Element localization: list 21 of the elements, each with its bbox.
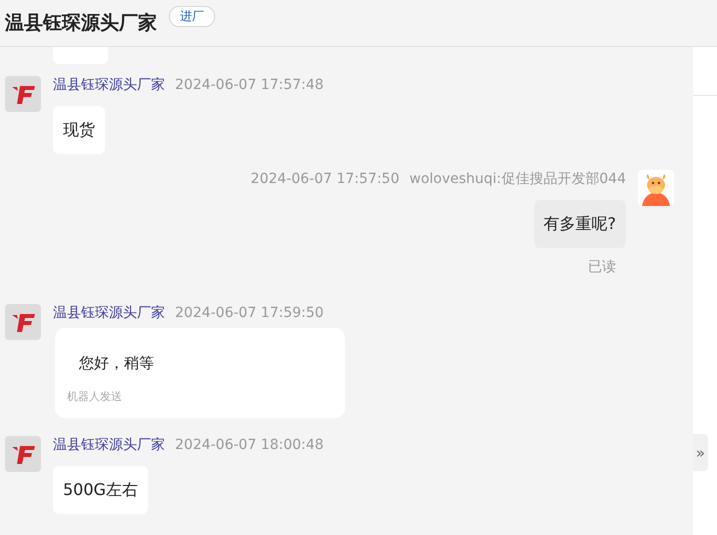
sender-name: 温县钰琛源头厂家 <box>53 304 165 322</box>
logo-avatar-icon <box>5 304 41 340</box>
sender-name: 温县钰琛源头厂家 <box>53 436 165 454</box>
shop-title: 温县钰琛源头厂家 <box>5 11 157 36</box>
logo-avatar-icon <box>5 436 41 472</box>
expand-panel-button[interactable]: » <box>693 434 708 471</box>
enter-shop-button[interactable]: 进厂 <box>169 6 215 26</box>
bot-sent-note: 机器人发送 <box>67 389 123 404</box>
read-status: 已读 <box>588 258 616 276</box>
message-bubble: 500G左右 <box>53 466 148 514</box>
message-time: 2024-06-07 17:57:50 <box>250 170 400 188</box>
message-time: 2024-06-07 17:59:50 <box>175 304 324 322</box>
message-time: 2024-06-07 18:00:48 <box>175 436 324 454</box>
sender-name: 温县钰琛源头厂家 <box>53 76 165 94</box>
message-bubble: 有多重呢? <box>534 200 626 248</box>
logo-avatar-icon <box>5 76 41 112</box>
message-time: 2024-06-07 17:57:48 <box>175 76 324 94</box>
message-text: 您好，稍等 <box>79 354 155 373</box>
bull-avatar-icon <box>638 170 674 206</box>
sender-name: woloveshuqi:促佳搜品开发部044 <box>409 170 626 188</box>
message-bubble: 现货 <box>53 106 105 154</box>
